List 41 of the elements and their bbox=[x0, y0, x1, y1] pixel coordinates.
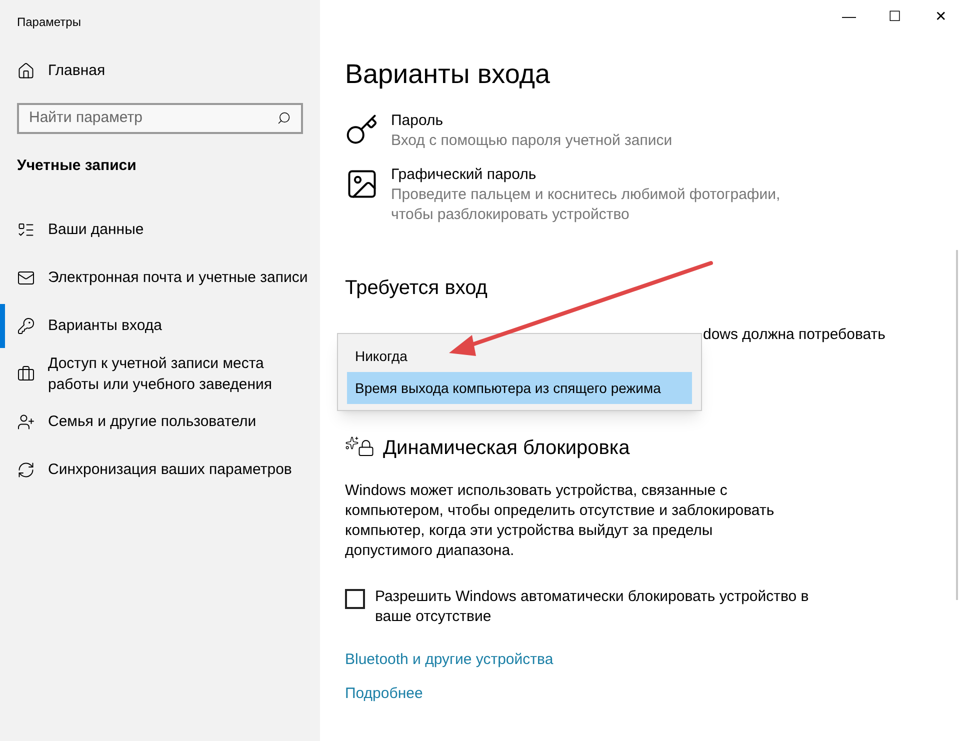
window-title: Параметры bbox=[17, 15, 81, 29]
mail-icon bbox=[17, 268, 35, 286]
option-description: Проведите пальцем и коснитесь любимой фотографии, чтобы разблокировать устройство bbox=[391, 184, 782, 224]
nav-item[interactable]: Электронная почта и учетные записи bbox=[0, 256, 320, 300]
nav-item[interactable]: Синхронизация ваших параметров bbox=[0, 448, 320, 492]
search-field[interactable]: Найти параметр bbox=[17, 102, 303, 134]
home-icon bbox=[17, 62, 35, 80]
person-list-icon bbox=[17, 220, 35, 238]
dropdown-option[interactable]: Никогда bbox=[347, 340, 692, 372]
checkbox-label[interactable]: Разрешить Windows автоматически блокировать устройство в ваше отсутствие bbox=[375, 586, 835, 626]
section-heading: Требуется вход bbox=[345, 276, 488, 298]
sync-icon bbox=[17, 460, 35, 478]
key-icon bbox=[345, 112, 379, 146]
option-title[interactable]: Графический пароль bbox=[391, 164, 811, 184]
scrollbar[interactable] bbox=[956, 250, 958, 600]
nav-item[interactable]: Доступ к учетной записи места работы или учебного заведения bbox=[0, 352, 320, 396]
section-heading: Динамическая блокировка bbox=[383, 436, 630, 460]
dropdown-option[interactable]: Время выхода компьютера из спящего режима bbox=[347, 372, 692, 404]
minimize-button[interactable]: — bbox=[826, 0, 872, 32]
home-link[interactable]: Главная bbox=[17, 60, 106, 82]
sparkle-icon bbox=[345, 436, 359, 450]
nav-item[interactable]: Варианты входа bbox=[0, 304, 320, 348]
maximize-button[interactable]: ☐ bbox=[872, 0, 918, 32]
search-input[interactable]: Найти параметр bbox=[29, 106, 277, 130]
checkbox[interactable] bbox=[345, 588, 365, 608]
option-description: Вход с помощью пароля учетной записи bbox=[391, 130, 674, 150]
search-icon[interactable] bbox=[277, 111, 291, 125]
option-title[interactable]: Пароль bbox=[391, 110, 811, 130]
nav-item[interactable]: Семья и другие пользователи bbox=[0, 400, 320, 444]
section-description: Windows может использовать устройства, связанные с компьютером, чтобы определить отсутствие и заблокировать компьютер, когда эти устройства выйдут за пределы допустимого диапазона. bbox=[345, 480, 776, 560]
section-heading: Учетные записи bbox=[17, 156, 136, 174]
person-add-icon bbox=[17, 412, 35, 430]
link[interactable]: Bluetooth и другие устройства bbox=[345, 648, 554, 671]
close-button[interactable]: ✕ bbox=[918, 0, 964, 32]
nav-item[interactable]: Ваши данные bbox=[0, 208, 320, 252]
key-icon bbox=[17, 316, 35, 334]
lock-icon bbox=[357, 438, 375, 456]
description-fragment: dows должна потребовать bbox=[703, 326, 886, 342]
page-title: Варианты входа bbox=[345, 59, 550, 89]
briefcase-icon bbox=[17, 364, 35, 382]
link[interactable]: Подробнее bbox=[345, 683, 423, 706]
